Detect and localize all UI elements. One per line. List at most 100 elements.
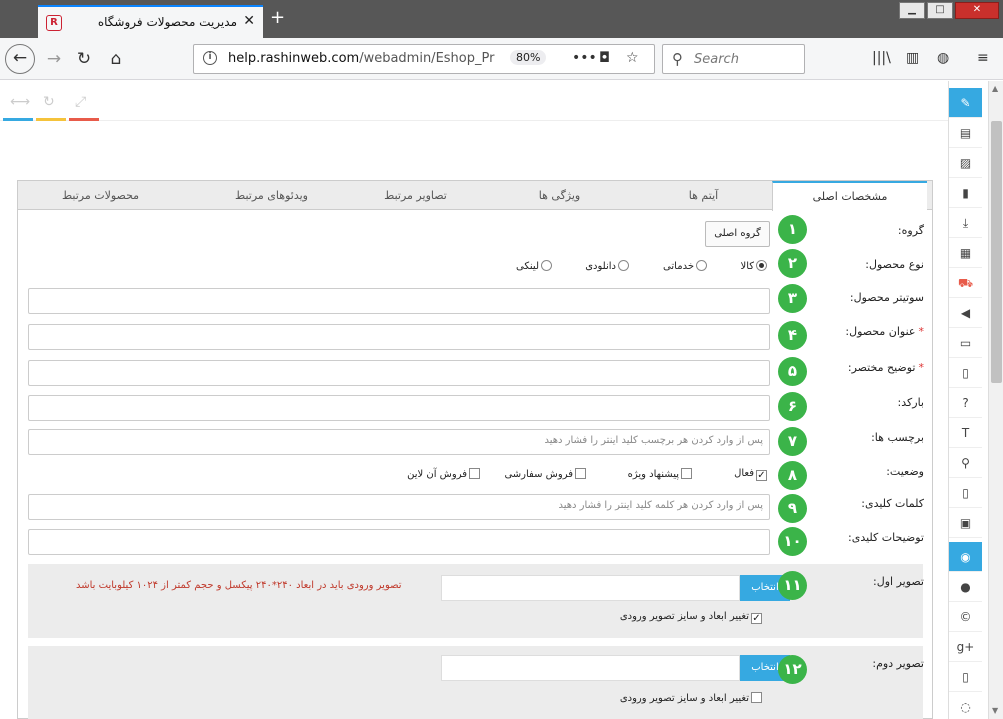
new-tab-icon[interactable]: + bbox=[270, 8, 285, 28]
step-badge-8: ۸ bbox=[778, 461, 807, 490]
cart-icon[interactable]: ⛟ bbox=[949, 268, 982, 298]
radio-download[interactable] bbox=[618, 260, 629, 271]
google-plus-icon[interactable]: g+ bbox=[949, 632, 982, 662]
tab-related-videos[interactable]: ویدئوهای مرتبط bbox=[194, 181, 349, 210]
keywords-input[interactable]: پس از وارد کردن هر کلمه کلید اینتر را فش… bbox=[28, 494, 770, 520]
type-option-download[interactable]: دانلودی bbox=[585, 260, 629, 272]
tab-items[interactable]: آیتم ها bbox=[626, 181, 781, 210]
download-icon[interactable]: ⤓ bbox=[949, 208, 982, 238]
radio-service[interactable] bbox=[696, 260, 707, 271]
short-desc-input[interactable] bbox=[28, 360, 770, 386]
news-icon[interactable]: ▤ bbox=[949, 118, 982, 148]
chat-icon[interactable]: ◌ bbox=[949, 692, 982, 719]
home-icon[interactable]: ⌂ bbox=[102, 45, 130, 73]
volume-icon[interactable]: ◀ bbox=[949, 298, 982, 328]
type-option-goods[interactable]: کالا bbox=[740, 260, 767, 272]
globe-icon[interactable]: ◍ bbox=[937, 50, 949, 66]
mobile-icon[interactable]: ▯ bbox=[949, 662, 982, 692]
image1-size-note: تصویر ورودی باید در ابعاد ۲۴۰*۲۴۰ پیکسل … bbox=[76, 580, 402, 591]
image2-file-input[interactable] bbox=[441, 655, 740, 681]
tab-features[interactable]: ویژگی ها bbox=[482, 181, 637, 210]
pin-icon[interactable]: ⚲ bbox=[949, 448, 982, 478]
status-custom-sale[interactable]: فروش سفارشی bbox=[504, 468, 586, 480]
sidebar-toggle-icon[interactable]: ▥ bbox=[906, 50, 919, 66]
close-tab-icon[interactable]: ✕ bbox=[243, 13, 255, 29]
support-icon[interactable]: ◉ bbox=[949, 542, 982, 572]
image2-resize-check[interactable] bbox=[751, 692, 762, 703]
title-label: *عنوان محصول: bbox=[845, 325, 924, 338]
text-size-icon[interactable]: T bbox=[949, 418, 982, 448]
type-goods-label: کالا bbox=[740, 261, 754, 272]
reload-icon[interactable]: ↻ bbox=[70, 45, 98, 73]
forward-icon[interactable]: → bbox=[40, 45, 68, 73]
browser-tab[interactable]: R مدیریت محصولات فروشگاه ✕ bbox=[38, 5, 263, 38]
maximize-icon[interactable]: □ bbox=[927, 2, 953, 19]
user-icon[interactable]: ● bbox=[949, 572, 982, 602]
image2-resize-option[interactable]: تغییر ابعاد و سایز تصویر ورودی bbox=[620, 692, 762, 704]
status-special-offer[interactable]: پیشنهاد ویژه bbox=[628, 468, 692, 480]
back-icon[interactable]: ← bbox=[5, 44, 35, 74]
site-favicon-icon: R bbox=[46, 15, 62, 31]
title-input[interactable] bbox=[28, 324, 770, 350]
image-icon[interactable]: ▨ bbox=[949, 148, 982, 178]
zoom-indicator[interactable]: 80% bbox=[510, 50, 547, 65]
step-badge-12: ۱۲ bbox=[778, 655, 807, 684]
status-online-sale[interactable]: فروش آن لاین bbox=[407, 468, 480, 480]
question-icon[interactable]: ? bbox=[949, 388, 982, 418]
check-special-offer[interactable] bbox=[681, 468, 692, 479]
strip-line-red bbox=[69, 118, 99, 121]
tab-main-specs[interactable]: مشخصات اصلی bbox=[772, 181, 927, 211]
tab-related-images[interactable]: تصاویر مرتبط bbox=[338, 181, 493, 210]
search-box[interactable]: ⚲ Search bbox=[662, 44, 805, 74]
barcode-label: بارکد: bbox=[897, 396, 924, 409]
key-desc-input[interactable] bbox=[28, 529, 770, 555]
required-mark: * bbox=[918, 361, 925, 374]
pocket-icon[interactable]: ◘ bbox=[599, 50, 610, 66]
type-option-service[interactable]: خدماتی bbox=[663, 260, 707, 272]
refresh-icon[interactable]: ↻ bbox=[43, 94, 55, 110]
film-icon[interactable]: ▦ bbox=[949, 238, 982, 268]
minimize-icon[interactable]: ▁ bbox=[899, 2, 925, 19]
document-icon[interactable]: ▮ bbox=[949, 178, 982, 208]
book-icon[interactable]: ▯ bbox=[949, 358, 982, 388]
page-actions-icon[interactable]: ••• bbox=[572, 50, 597, 66]
image1-resize-option[interactable]: ✓تغییر ابعاد و سایز تصویر ورودی bbox=[620, 611, 762, 624]
image1-file-input[interactable] bbox=[441, 575, 740, 601]
url-text[interactable]: help.rashinweb.com/webadmin/Eshop_Pr bbox=[228, 51, 494, 66]
radio-goods[interactable] bbox=[756, 260, 767, 271]
close-window-icon[interactable]: ✕ bbox=[955, 2, 999, 19]
monitor-icon[interactable]: ▭ bbox=[949, 328, 982, 358]
bookmark-star-icon[interactable]: ☆ bbox=[626, 50, 639, 66]
admin-sidebar: ✎ ▤ ▨ ▮ ⤓ ▦ ⛟ ◀ ▭ ▯ ? T ⚲ ▯ ▣ ◉ ● © g+ ▯… bbox=[948, 81, 982, 719]
tab-related-products[interactable]: محصولات مرتبط bbox=[23, 181, 178, 210]
keywords-placeholder: پس از وارد کردن هر کلمه کلید اینتر را فش… bbox=[558, 500, 763, 511]
copyright-icon[interactable]: © bbox=[949, 602, 982, 632]
scroll-down-icon[interactable]: ▼ bbox=[992, 706, 998, 715]
fullscreen-icon[interactable]: ⤢ bbox=[75, 94, 86, 110]
type-option-link[interactable]: لینکی bbox=[516, 260, 552, 272]
subtitle-input[interactable] bbox=[28, 288, 770, 314]
file-icon[interactable]: ▯ bbox=[949, 478, 982, 508]
library-icon[interactable]: |||\ bbox=[872, 50, 891, 66]
group-select-button[interactable]: گروه اصلی bbox=[705, 221, 770, 247]
site-info-icon[interactable]: i bbox=[203, 51, 217, 65]
edit-icon[interactable]: ✎ bbox=[949, 88, 982, 118]
image2-label: تصویر دوم: bbox=[872, 657, 924, 670]
check-online-sale[interactable] bbox=[469, 468, 480, 479]
keywords-label: کلمات کلیدی: bbox=[861, 497, 924, 510]
barcode-input[interactable] bbox=[28, 395, 770, 421]
check-active[interactable]: ✓ bbox=[756, 470, 767, 481]
image1-resize-check[interactable]: ✓ bbox=[751, 613, 762, 624]
form-icon[interactable]: ▣ bbox=[949, 508, 982, 538]
collapse-icon[interactable]: ⟷ bbox=[10, 94, 30, 110]
scroll-thumb[interactable] bbox=[991, 121, 1002, 383]
tags-input[interactable]: پس از وارد کردن هر برچسب کلید اینتر را ف… bbox=[28, 429, 770, 455]
page-scrollbar[interactable]: ▲ ▼ bbox=[988, 81, 1003, 719]
scroll-up-icon[interactable]: ▲ bbox=[992, 84, 998, 93]
radio-link[interactable] bbox=[541, 260, 552, 271]
step-badge-9: ۹ bbox=[778, 494, 807, 523]
status-active[interactable]: ✓فعال bbox=[734, 468, 767, 481]
check-custom-sale[interactable] bbox=[575, 468, 586, 479]
url-bar[interactable]: i help.rashinweb.com/webadmin/Eshop_Pr 8… bbox=[193, 44, 655, 74]
menu-icon[interactable]: ≡ bbox=[977, 50, 989, 66]
